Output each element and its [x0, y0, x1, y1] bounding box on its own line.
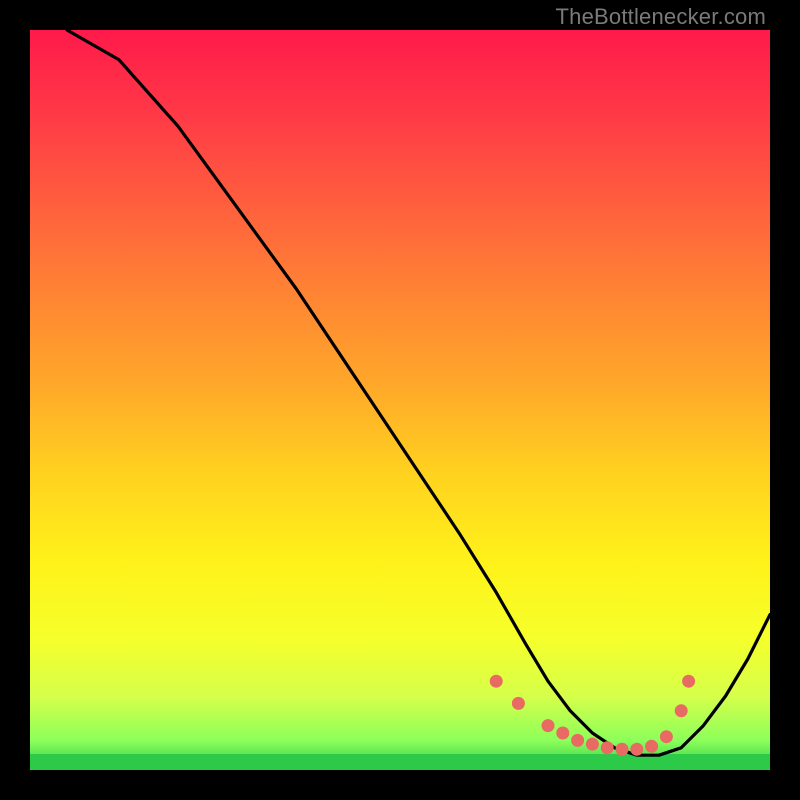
bottleneck-chart [30, 30, 770, 770]
marker-point [660, 730, 673, 743]
marker-point [512, 697, 525, 710]
marker-point [675, 704, 688, 717]
marker-point [645, 740, 658, 753]
marker-point [630, 743, 643, 756]
gradient-background [30, 30, 770, 770]
marker-point [571, 734, 584, 747]
marker-point [556, 727, 569, 740]
chart-frame [30, 30, 770, 770]
marker-point [490, 675, 503, 688]
marker-point [616, 743, 629, 756]
marker-point [601, 741, 614, 754]
marker-point [586, 738, 599, 751]
watermark-text: TheBottlenecker.com [556, 4, 766, 30]
marker-point [542, 719, 555, 732]
marker-point [682, 675, 695, 688]
